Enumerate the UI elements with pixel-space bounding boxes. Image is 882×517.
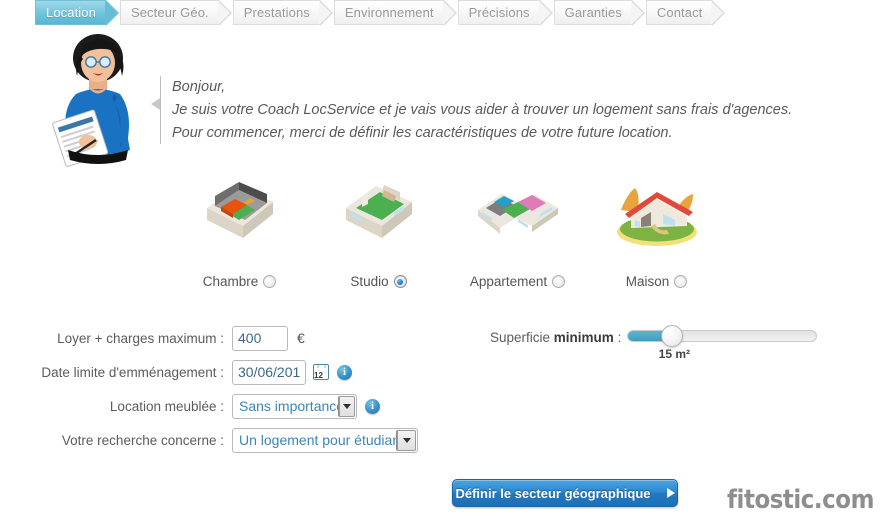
calendar-day-number: 12 — [314, 371, 323, 380]
arrow-right-icon — [666, 488, 675, 498]
surface-label-suffix: : — [613, 330, 622, 345]
property-type-group: Chambre Studio Appartement Maison — [0, 172, 882, 292]
step-breadcrumb: Location Secteur Géo. Prestations Enviro… — [0, 0, 882, 27]
slider-handle[interactable] — [661, 325, 684, 347]
coach-avatar-illustration — [36, 32, 154, 172]
slider-track[interactable] — [627, 325, 818, 347]
surface-label: Superficie minimum : — [490, 328, 621, 345]
label-text: Chambre — [202, 274, 259, 289]
step-label: Précisions — [468, 5, 530, 20]
coach-speech-bubble: Bonjour, Je suis votre Coach LocService … — [151, 76, 860, 145]
furnished-row: Location meublée : Sans importance i — [0, 390, 470, 422]
calendar-ring — [317, 365, 319, 368]
surface-value: 15 m² — [658, 347, 690, 361]
step-label: Environnement — [344, 5, 434, 20]
step-contact[interactable]: Contact — [645, 0, 725, 26]
concern-select[interactable]: Un logement pour étudiant — [232, 427, 418, 453]
calendar-ring — [324, 365, 326, 368]
radio-maison[interactable] — [674, 275, 688, 288]
step-label: Prestations — [243, 5, 310, 20]
surface-slider-block: Superficie minimum : 15 m² — [490, 325, 818, 361]
apartment-icon — [448, 172, 587, 250]
step-environnement[interactable]: Environnement — [333, 0, 457, 26]
step-secteur-geo[interactable]: Secteur Géo. — [119, 0, 232, 26]
search-criteria-form: Loyer + charges maximum : € Date limite … — [0, 322, 470, 458]
property-type-maison[interactable]: Maison — [587, 172, 726, 292]
property-type-label: Studio — [350, 274, 407, 289]
submit-button-label: Définir le secteur géographique — [455, 485, 651, 501]
submit-button[interactable]: Définir le secteur géographique — [452, 479, 678, 507]
studio-icon — [309, 172, 448, 250]
step-location[interactable]: Location — [35, 0, 119, 26]
step-label: Secteur Géo. — [130, 5, 209, 20]
step-prestations[interactable]: Prestations — [232, 0, 334, 26]
step-label: Garanties — [564, 5, 622, 20]
surface-slider[interactable]: 15 m² — [627, 325, 818, 361]
property-type-chambre[interactable]: Chambre — [170, 172, 309, 292]
watermark: fitostic.com — [727, 485, 874, 515]
property-type-label: Maison — [626, 274, 688, 289]
intro-line-3: Pour commencer, merci de définir les car… — [172, 125, 673, 141]
furnished-selected-value: Sans importance — [239, 398, 345, 414]
property-type-studio[interactable]: Studio — [309, 172, 448, 292]
concern-selected-value: Un logement pour étudiant — [239, 432, 404, 448]
speech-tail — [151, 98, 160, 110]
radio-studio[interactable] — [393, 275, 407, 288]
rent-label: Loyer + charges maximum : — [57, 330, 224, 346]
surface-label-strong: minimum — [553, 330, 614, 345]
label-text: Studio — [350, 274, 389, 289]
info-icon[interactable]: i — [337, 364, 352, 380]
step-garanties[interactable]: Garanties — [553, 0, 646, 26]
step-label: Contact — [656, 5, 703, 20]
furnished-label: Location meublée : — [109, 398, 224, 414]
furnished-select[interactable]: Sans importance — [232, 393, 357, 419]
info-icon[interactable]: i — [365, 398, 380, 414]
chevron-down-icon[interactable] — [338, 395, 355, 417]
currency-symbol: € — [297, 330, 305, 346]
concern-row: Votre recherche concerne : Un logement p… — [0, 424, 470, 456]
movein-date-input[interactable] — [232, 359, 306, 385]
radio-chambre[interactable] — [263, 275, 277, 288]
concern-label: Votre recherche concerne : — [61, 432, 224, 448]
speech-divider — [160, 76, 161, 144]
movein-date-label: Date limite d'emménagement : — [41, 364, 224, 380]
step-precisions[interactable]: Précisions — [457, 0, 553, 26]
intro-line-1: Bonjour, — [172, 79, 226, 95]
room-icon — [170, 172, 309, 250]
property-type-label: Chambre — [203, 274, 277, 289]
rent-input[interactable] — [232, 325, 288, 351]
radio-appartement[interactable] — [552, 275, 566, 288]
property-type-appartement[interactable]: Appartement — [448, 172, 587, 292]
label-text: Maison — [625, 274, 670, 289]
property-type-label: Appartement — [469, 274, 566, 289]
calendar-icon[interactable]: 12 — [313, 364, 329, 380]
chevron-down-icon[interactable] — [396, 429, 416, 451]
intro-section: Bonjour, Je suis votre Coach LocService … — [0, 30, 882, 170]
surface-label-prefix: Superficie — [490, 330, 554, 345]
movein-date-row: Date limite d'emménagement : 12 i — [0, 356, 470, 388]
house-icon — [587, 172, 726, 250]
label-text: Appartement — [469, 274, 548, 289]
rent-field-row: Loyer + charges maximum : € — [0, 322, 470, 354]
intro-line-2: Je suis votre Coach LocService et je vai… — [172, 102, 793, 118]
step-label: Location — [46, 5, 96, 20]
